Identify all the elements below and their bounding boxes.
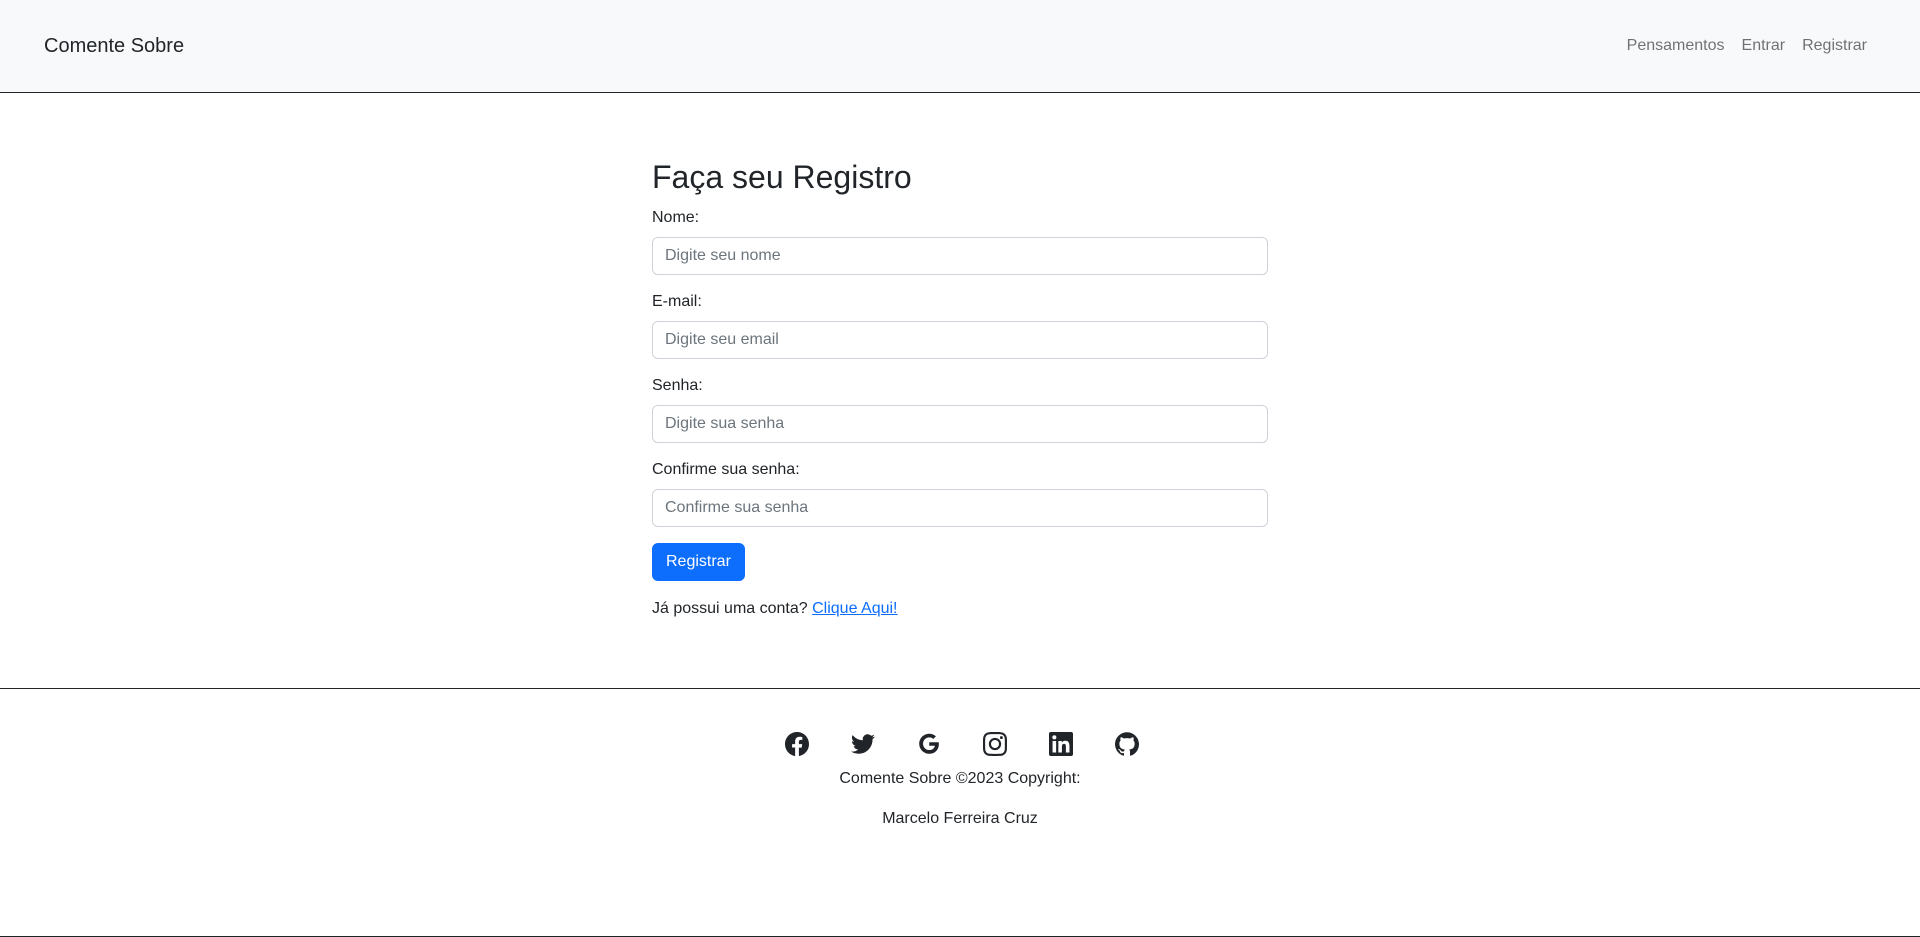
github-icon[interactable] (1114, 732, 1139, 756)
brand-link[interactable]: Comente Sobre (44, 35, 184, 58)
twitter-icon[interactable] (850, 732, 875, 756)
register-button[interactable]: Registrar (652, 543, 745, 581)
navbar: Comente Sobre Pensamentos Entrar Registr… (0, 0, 1920, 93)
email-group: E-mail: (652, 292, 1268, 359)
password-input[interactable] (652, 405, 1268, 443)
nav-links: Pensamentos Entrar Registrar (1627, 37, 1876, 55)
name-group: Nome: (652, 208, 1268, 275)
register-section: Faça seu Registro Nome: E-mail: Senha: C… (652, 158, 1268, 618)
page-title: Faça seu Registro (652, 159, 912, 195)
email-label: E-mail: (652, 293, 702, 310)
footer-copyright: Comente Sobre ©2023 Copyright: (839, 770, 1081, 787)
name-label: Nome: (652, 209, 700, 226)
confirm-password-group: Confirme sua senha: (652, 460, 1268, 527)
facebook-icon[interactable] (784, 732, 809, 756)
nav-link-pensamentos[interactable]: Pensamentos (1627, 37, 1725, 55)
google-icon[interactable] (917, 732, 941, 756)
register-form: Nome: E-mail: Senha: Confirme sua senha:… (652, 208, 1268, 581)
footer: Comente Sobre ©2023 Copyright: Marcelo F… (0, 688, 1920, 937)
nav-link-registrar[interactable]: Registrar (1802, 37, 1867, 55)
nav-link-entrar[interactable]: Entrar (1742, 37, 1786, 55)
social-links (3, 732, 1920, 756)
password-group: Senha: (652, 376, 1268, 443)
linkedin-icon[interactable] (1048, 732, 1073, 756)
email-input[interactable] (652, 321, 1268, 359)
login-prompt: Já possui uma conta? Clique Aqui! (652, 600, 1268, 618)
confirm-password-input[interactable] (652, 489, 1268, 527)
password-label: Senha: (652, 377, 703, 394)
confirm-password-label: Confirme sua senha: (652, 461, 800, 478)
instagram-icon[interactable] (982, 732, 1007, 756)
footer-author: Marcelo Ferreira Cruz (882, 810, 1038, 827)
login-prompt-text: Já possui uma conta? (652, 600, 808, 617)
name-input[interactable] (652, 237, 1268, 275)
login-link[interactable]: Clique Aqui! (812, 600, 897, 617)
